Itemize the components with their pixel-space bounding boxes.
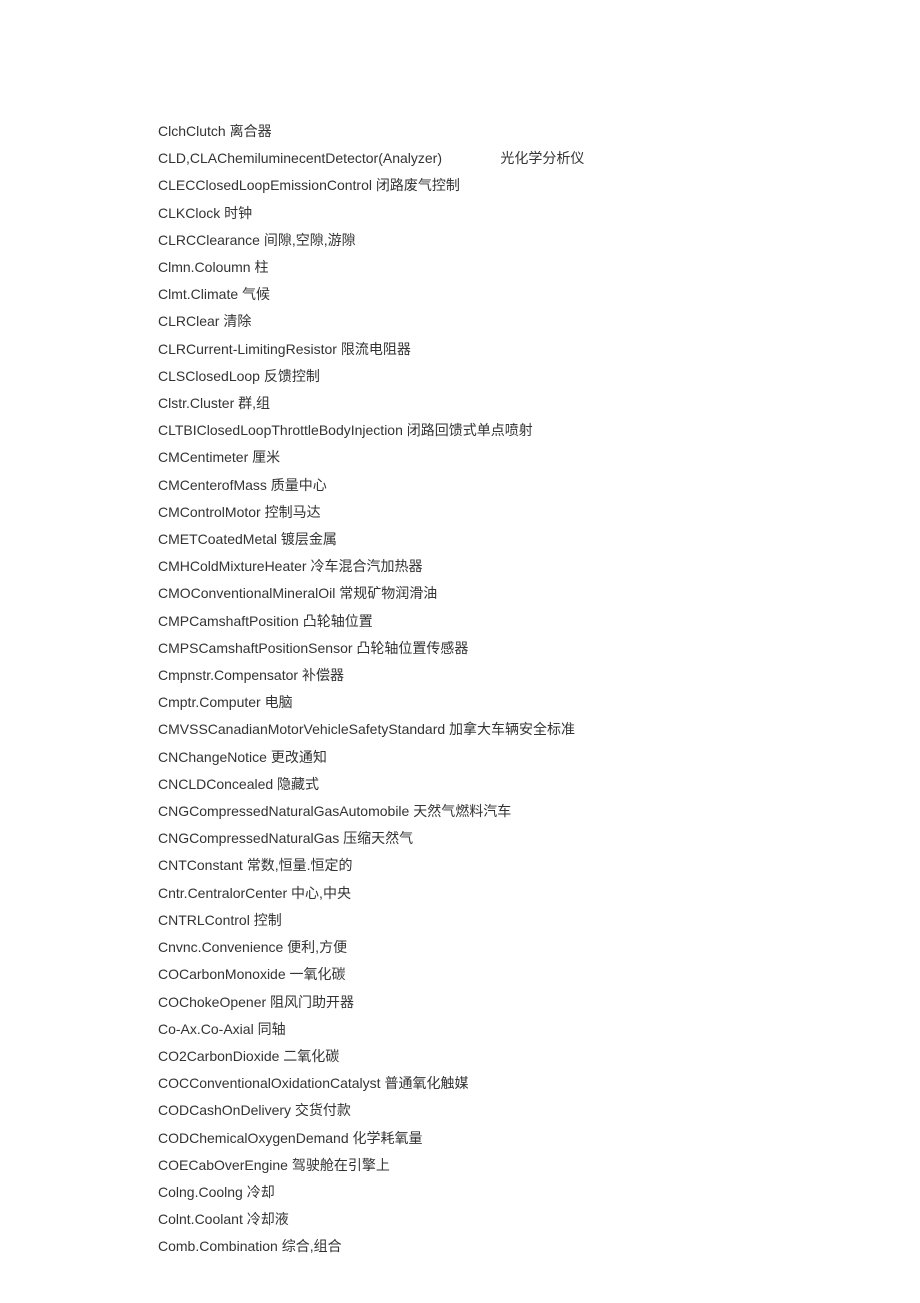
glossary-line: Co-Ax.Co-Axial 同轴 [158,1016,920,1043]
glossary-line: Clstr.Cluster 群,组 [158,390,920,417]
glossary-line: Colnt.Coolant 冷却液 [158,1206,920,1233]
glossary-line: Clmt.Climate 气候 [158,281,920,308]
glossary-line: Colng.Coolng 冷却 [158,1179,920,1206]
glossary-line: COECabOverEngine 驾驶舱在引擎上 [158,1152,920,1179]
glossary-line: ClchClutch 离合器 [158,118,920,145]
glossary-line: CLRClear 清除 [158,308,920,335]
glossary-line: CNChangeNotice 更改通知 [158,744,920,771]
glossary-line: COChokeOpener 阻风门助开器 [158,989,920,1016]
glossary-line: CMHColdMixtureHeater 冷车混合汽加热器 [158,553,920,580]
glossary-line: CLD,CLAChemiluminecentDetector(Analyzer)… [158,145,920,172]
glossary-line: CODChemicalOxygenDemand 化学耗氧量 [158,1125,920,1152]
glossary-line: CLTBIClosedLoopThrottleBodyInjection 闭路回… [158,417,920,444]
glossary-line: Comb.Combination 综合,组合 [158,1233,920,1260]
glossary-line: CMCentimeter 厘米 [158,444,920,471]
glossary-line: CNGCompressedNaturalGasAutomobile 天然气燃料汽… [158,798,920,825]
glossary-line: CLRCClearance 间隙,空隙,游隙 [158,227,920,254]
glossary-line: CMETCoatedMetal 镀层金属 [158,526,920,553]
glossary-line: COCConventionalOxidationCatalyst 普通氧化触媒 [158,1070,920,1097]
glossary-line: CMControlMotor 控制马达 [158,499,920,526]
glossary-line: CMVSSCanadianMotorVehicleSafetyStandard … [158,716,920,743]
glossary-line: COCarbonMonoxide 一氧化碳 [158,961,920,988]
glossary-list: ClchClutch 离合器CLD,CLAChemiluminecentDete… [158,118,920,1261]
glossary-line: CNGCompressedNaturalGas 压缩天然气 [158,825,920,852]
glossary-line: CODCashOnDelivery 交货付款 [158,1097,920,1124]
glossary-line: CNTRLControl 控制 [158,907,920,934]
glossary-line: CLECClosedLoopEmissionControl 闭路废气控制 [158,172,920,199]
glossary-line: CMCenterofMass 质量中心 [158,472,920,499]
glossary-line: CLSClosedLoop 反馈控制 [158,363,920,390]
glossary-line: CMPSCamshaftPositionSensor 凸轮轴位置传感器 [158,635,920,662]
glossary-line: Clmn.Coloumn 柱 [158,254,920,281]
glossary-line: Cnvnc.Convenience 便利,方便 [158,934,920,961]
glossary-line: CMOConventionalMineralOil 常规矿物润滑油 [158,580,920,607]
glossary-line: Cmpnstr.Compensator 补偿器 [158,662,920,689]
glossary-line: CMPCamshaftPosition 凸轮轴位置 [158,608,920,635]
glossary-line: Cntr.CentralorCenter 中心,中央 [158,880,920,907]
glossary-line: CNTConstant 常数,恒量.恒定的 [158,852,920,879]
glossary-line: CNCLDConcealed 隐藏式 [158,771,920,798]
glossary-line: CO2CarbonDioxide 二氧化碳 [158,1043,920,1070]
glossary-line: CLKClock 时钟 [158,200,920,227]
glossary-line: Cmptr.Computer 电脑 [158,689,920,716]
document-page: ClchClutch 离合器CLD,CLAChemiluminecentDete… [0,0,920,1261]
glossary-line: CLRCurrent-LimitingResistor 限流电阻器 [158,336,920,363]
